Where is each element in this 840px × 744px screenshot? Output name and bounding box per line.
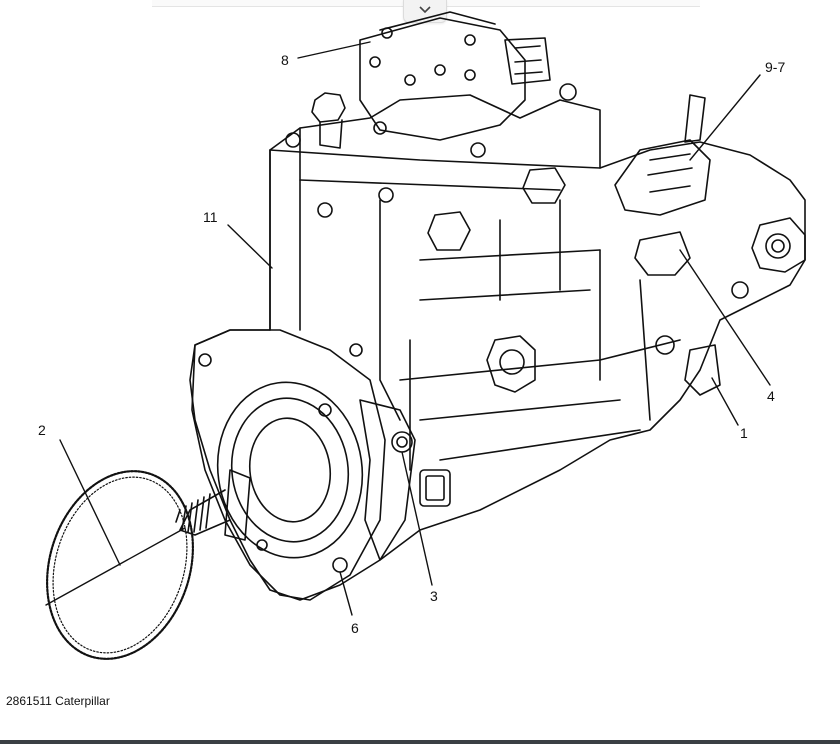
callout-6: 6 bbox=[351, 620, 359, 636]
top-solenoid-part bbox=[359, 11, 577, 141]
side-bracket-part bbox=[359, 399, 416, 561]
callout-11: 11 bbox=[203, 209, 218, 225]
image-caption: 2861511 Caterpillar bbox=[6, 694, 110, 708]
callout-1: 1 bbox=[740, 425, 748, 441]
leader-lines bbox=[45, 41, 771, 616]
callout-8: 8 bbox=[281, 52, 289, 68]
callout-9-7: 9-7 bbox=[765, 59, 785, 75]
callout-3: 3 bbox=[430, 588, 438, 604]
right-housing bbox=[614, 94, 806, 396]
mounting-flange bbox=[191, 329, 386, 601]
pump-body bbox=[189, 94, 806, 601]
fuel-pump-exploded-diagram: 8 9-7 11 2 4 1 3 6 bbox=[38, 11, 806, 660]
bottom-status-bar bbox=[0, 740, 840, 744]
callout-4: 4 bbox=[767, 388, 775, 404]
callout-2: 2 bbox=[38, 422, 46, 438]
diagram-viewer: 8 9-7 11 2 4 1 3 6 2861511 Caterpillar bbox=[0, 0, 840, 744]
